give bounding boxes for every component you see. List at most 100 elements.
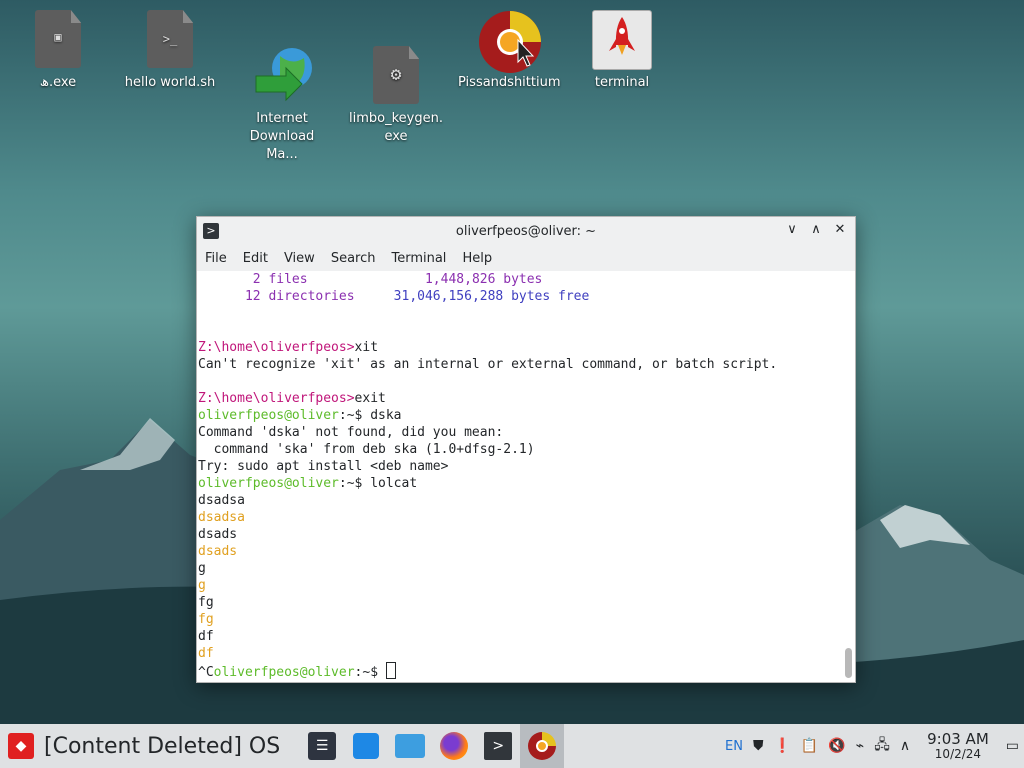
- show-desktop-icon[interactable]: ▭: [1006, 738, 1019, 754]
- start-button[interactable]: ◆ [Content Deleted] OS: [0, 724, 288, 768]
- desktop-icon-label: terminal: [594, 75, 650, 90]
- idm-globe-icon: [252, 28, 312, 102]
- terminal-line: Z:\home\oliverfpeos>xit: [197, 339, 841, 356]
- rocket-icon: [592, 10, 652, 70]
- terminal-text: g: [198, 561, 206, 576]
- menu-edit[interactable]: Edit: [235, 251, 276, 266]
- terminal-line: fg: [197, 594, 841, 611]
- terminal-text: oliverfpeos@oliver: [213, 665, 355, 680]
- exe-file-icon: ▣: [28, 10, 88, 70]
- terminal-text: Try: sudo apt install <deb name>: [198, 459, 449, 474]
- terminal-text: g: [198, 578, 206, 593]
- terminal-line: ^Coliverfpeos@oliver:~$: [197, 662, 841, 680]
- taskbar-store-app[interactable]: [344, 724, 388, 768]
- start-label: [Content Deleted] OS: [44, 733, 281, 759]
- clipboard-icon[interactable]: 📋: [801, 738, 818, 754]
- terminal-line: Z:\home\oliverfpeos>exit: [197, 390, 841, 407]
- terminal-window[interactable]: > oliverfpeos@oliver: ~ ∨ ∧ ✕ File Edit …: [196, 216, 856, 683]
- terminal-text: :~$ dska: [338, 408, 402, 423]
- terminal-line: g: [197, 560, 841, 577]
- clock-date: 10/2/24: [934, 747, 982, 761]
- usb-device-icon[interactable]: ⌁: [856, 738, 864, 754]
- terminal-text: dsadsa: [198, 493, 245, 508]
- menu-bar: File Edit View Search Terminal Help: [197, 245, 855, 271]
- terminal-text: ^C: [198, 665, 214, 680]
- notification-alert-icon[interactable]: ❗: [773, 738, 790, 754]
- desktop-icon-hello-world[interactable]: >_ hello world.sh: [120, 10, 220, 92]
- settings-sliders-icon: ☰: [308, 732, 337, 760]
- terminal-text: 12 directories: [198, 289, 394, 304]
- taskbar-firefox-app[interactable]: [432, 724, 476, 768]
- browser-icon: [528, 732, 557, 760]
- taskbar-terminal-app[interactable]: >: [476, 724, 520, 768]
- desktop-icon-exe[interactable]: ▣ ھ.exe: [8, 10, 108, 92]
- terminal-line: oliverfpeos@oliver:~$ lolcat: [197, 475, 841, 492]
- shield-icon[interactable]: ⛊: [753, 738, 764, 754]
- terminal-text: 2 files: [198, 272, 425, 287]
- desktop-icon-limbo-keygen[interactable]: ⚙ limbo_keygen. exe: [346, 10, 446, 164]
- terminal-line: 12 directories 31,046,156,288 bytes free: [197, 288, 841, 305]
- scrollbar-thumb[interactable]: [845, 648, 852, 678]
- window-titlebar[interactable]: > oliverfpeos@oliver: ~ ∨ ∧ ✕: [197, 217, 855, 245]
- maximize-icon[interactable]: ∧: [807, 221, 825, 239]
- terminal-line: fg: [197, 611, 841, 628]
- terminal-text: Z:\home\oliverfpeos>: [198, 340, 355, 355]
- start-logo-icon: ◆: [8, 733, 34, 759]
- terminal-text: command 'ska' from deb ska (1.0+dfsg-2.1…: [198, 442, 535, 457]
- menu-view[interactable]: View: [276, 251, 323, 266]
- taskbar: ◆ [Content Deleted] OS ☰ > EN ⛊ ❗ 📋 🔇 ⌁ …: [0, 724, 1024, 768]
- terminal-text: fg: [198, 595, 214, 610]
- desktop-icon-label: Internet Download Ma...: [249, 111, 315, 162]
- firefox-icon: [440, 732, 469, 760]
- menu-terminal[interactable]: Terminal: [383, 251, 454, 266]
- terminal-text: Command 'dska' not found, did you mean:: [198, 425, 504, 440]
- minimize-icon[interactable]: ∨: [783, 221, 801, 239]
- executable-gear-icon: ⚙: [366, 28, 426, 104]
- terminal-line: dsadsa: [197, 509, 841, 526]
- window-title: oliverfpeos@oliver: ~: [455, 223, 597, 239]
- terminal-text: dsads: [198, 544, 238, 559]
- terminal-line: df: [197, 628, 841, 645]
- volume-muted-icon[interactable]: 🔇: [828, 738, 845, 754]
- desktop-icon-terminal[interactable]: terminal: [572, 10, 672, 92]
- terminal-line: command 'ska' from deb ska (1.0+dfsg-2.1…: [197, 441, 841, 458]
- network-icon[interactable]: 🖧: [874, 734, 890, 758]
- desktop-icon-internet-download-manager[interactable]: Internet Download Ma...: [232, 10, 332, 182]
- system-tray: EN ⛊ ❗ 📋 🔇 ⌁ 🖧 ∧ 9:03 AM 10/2/24 ▭: [720, 724, 1024, 768]
- terminal-text: fg: [198, 612, 214, 627]
- desktop-icon-label: hello world.sh: [124, 75, 216, 90]
- terminal-text: Can't recognize 'xit' as an internal or …: [198, 357, 778, 372]
- terminal-line: Try: sudo apt install <deb name>: [197, 458, 841, 475]
- browser-icon: [478, 10, 541, 73]
- terminal-text: dsads: [198, 527, 238, 542]
- desktop-icon-pissandshittium[interactable]: Pissandshittium: [458, 10, 561, 92]
- terminal-line: Can't recognize 'xit' as an internal or …: [197, 356, 841, 373]
- expand-tray-chevron-icon[interactable]: ∧: [900, 738, 910, 754]
- terminal-text: df: [198, 646, 214, 661]
- terminal-line: df: [197, 645, 841, 662]
- taskbar-files-app[interactable]: [388, 724, 432, 768]
- menu-help[interactable]: Help: [454, 251, 500, 266]
- clock[interactable]: 9:03 AM 10/2/24: [927, 731, 989, 761]
- terminal-text: df: [198, 629, 214, 644]
- terminal-output[interactable]: 2 files 1,448,826 bytes 12 directories 3…: [197, 271, 841, 682]
- menu-file[interactable]: File: [197, 251, 235, 266]
- language-indicator[interactable]: EN: [725, 739, 743, 754]
- terminal-text: 31,046,156,288 bytes free: [393, 289, 590, 304]
- taskbar-browser-app[interactable]: [520, 724, 565, 768]
- taskbar-settings-app[interactable]: ☰: [300, 724, 344, 768]
- terminal-line: g: [197, 577, 841, 594]
- terminal-icon: >: [484, 732, 513, 760]
- terminal-text: :~$ lolcat: [338, 476, 418, 491]
- terminal-text: oliverfpeos@oliver: [198, 408, 339, 423]
- text-cursor: [385, 662, 396, 679]
- terminal-line: oliverfpeos@oliver:~$ dska: [197, 407, 841, 424]
- close-icon[interactable]: ✕: [831, 221, 849, 239]
- terminal-text: dsadsa: [198, 510, 245, 525]
- scrollbar[interactable]: [841, 271, 855, 682]
- terminal-text: xit: [354, 340, 379, 355]
- terminal-text: 1,448,826 bytes: [424, 272, 543, 287]
- terminal-text: Z:\home\oliverfpeos>: [198, 391, 355, 406]
- menu-search[interactable]: Search: [323, 251, 384, 266]
